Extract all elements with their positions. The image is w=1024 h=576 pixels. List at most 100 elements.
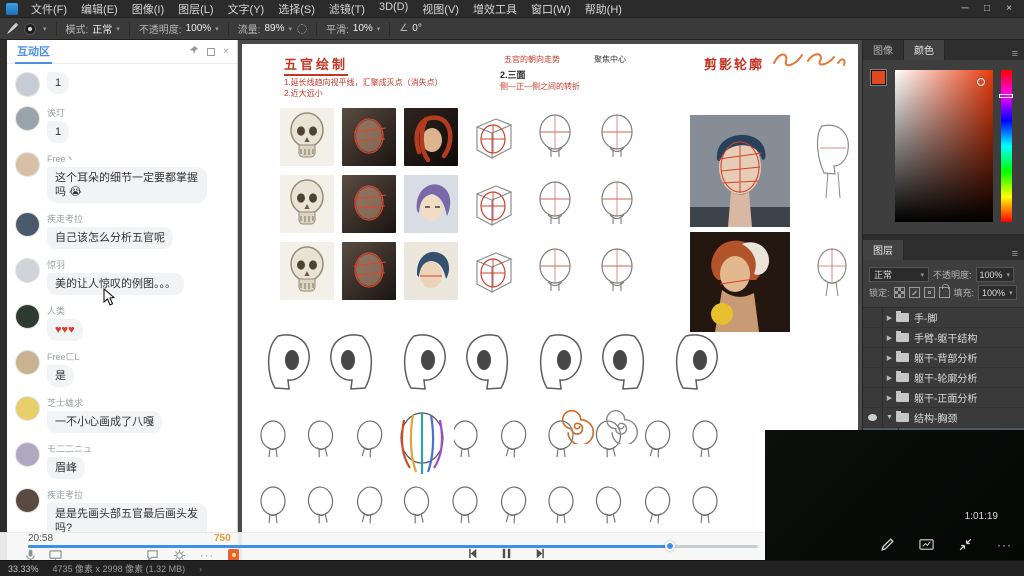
reference-image-grid — [280, 108, 644, 300]
lock-transparency-icon[interactable] — [894, 287, 905, 298]
ref-image-photo — [342, 175, 396, 233]
flow-control[interactable]: 流量: 89% ▾ — [238, 21, 292, 36]
menu-item[interactable]: 文字(Y) — [221, 1, 272, 17]
layer-fill-value[interactable]: 100%▾ — [978, 285, 1017, 300]
layer-row[interactable]: 手臂-躯干结构 — [863, 328, 1024, 348]
angle-study-head — [491, 479, 536, 530]
airbrush-icon[interactable] — [297, 24, 307, 34]
lock-position-icon[interactable] — [924, 287, 935, 298]
visibility-toggle[interactable] — [863, 388, 883, 407]
layer-row[interactable]: 躯干-正面分析 — [863, 388, 1024, 408]
maximize-button[interactable]: □ — [978, 3, 996, 14]
visibility-toggle[interactable] — [863, 308, 883, 327]
minimize-button[interactable]: ─ — [956, 3, 974, 14]
avatar[interactable] — [15, 106, 40, 131]
angle-study-head — [299, 414, 342, 464]
menu-item[interactable]: 增效工具 — [466, 1, 524, 17]
expand-caret-icon[interactable] — [883, 394, 896, 402]
brush-preset-preview[interactable] — [24, 23, 36, 35]
menu-item[interactable]: 图像(I) — [125, 1, 171, 17]
avatar[interactable] — [15, 488, 40, 513]
visibility-toggle[interactable] — [863, 348, 883, 367]
popout-icon[interactable] — [207, 48, 215, 56]
avatar[interactable] — [15, 72, 40, 97]
menu-item[interactable]: 滤镜(T) — [322, 1, 372, 17]
menu-item[interactable]: 帮助(H) — [578, 1, 629, 17]
tab-image[interactable]: 图像 — [863, 39, 904, 60]
board-icon[interactable] — [919, 537, 934, 552]
avatar[interactable] — [15, 212, 40, 237]
progress-bar[interactable] — [28, 545, 758, 548]
layer-row[interactable]: 手-脚 — [863, 308, 1024, 328]
lock-all-icon[interactable] — [939, 287, 950, 298]
hue-marker[interactable] — [999, 94, 1013, 98]
visibility-toggle[interactable] — [863, 328, 883, 347]
tab-color[interactable]: 颜色 — [904, 39, 945, 60]
color-picker-ring[interactable] — [977, 78, 985, 86]
visibility-toggle[interactable] — [863, 368, 883, 387]
expand-caret-icon[interactable] — [883, 314, 896, 322]
saturation-picker[interactable] — [895, 70, 993, 222]
menu-item[interactable]: 文件(F) — [24, 1, 74, 17]
zoom-level[interactable]: 33.33% — [8, 564, 39, 574]
expand-caret-icon[interactable] — [883, 374, 896, 382]
skip-forward-button[interactable] — [532, 546, 547, 561]
menu-item[interactable]: 选择(S) — [271, 1, 322, 17]
expand-caret-icon[interactable] — [883, 354, 896, 362]
visibility-toggle[interactable] — [863, 408, 883, 427]
brush-tool-icon[interactable] — [6, 22, 19, 35]
layer-opacity-value[interactable]: 100%▾ — [976, 267, 1015, 282]
expand-caret-icon[interactable] — [883, 414, 896, 421]
status-arrow-icon[interactable]: › — [199, 564, 202, 574]
brush-angle-control[interactable]: ∠ 0° — [399, 23, 422, 34]
webcam-video-area[interactable]: 1:01:19 ··· — [765, 430, 1024, 560]
close-button[interactable]: × — [1000, 3, 1018, 14]
menu-item[interactable]: 图层(L) — [171, 1, 220, 17]
panel-menu-icon[interactable]: ≡ — [1006, 48, 1024, 60]
layer-row[interactable]: 躯干-轮廓分析 — [863, 368, 1024, 388]
chevron-down-icon: ▾ — [288, 25, 292, 33]
avatar[interactable] — [15, 350, 40, 375]
avatar[interactable] — [15, 396, 40, 421]
annotate-pen-icon[interactable] — [880, 537, 895, 552]
ear-study-head — [258, 330, 314, 394]
opacity-control[interactable]: 不透明度: 100% ▾ — [139, 21, 219, 36]
menu-item[interactable]: 视图(V) — [415, 1, 466, 17]
layer-row[interactable]: 结构-胸颈 — [863, 408, 1024, 428]
avatar[interactable] — [15, 442, 40, 467]
chat-message: 芝士雄求 一不小心画成了八嘎 — [15, 396, 229, 433]
angle-study-head — [299, 480, 342, 530]
avatar[interactable] — [15, 152, 40, 177]
chat-tab-interaction[interactable]: 互动区 — [15, 40, 52, 64]
pause-button[interactable] — [499, 546, 514, 561]
blend-mode-select[interactable]: 模式: 正常 ▾ — [66, 21, 120, 36]
chat-username: Free丶 — [47, 152, 75, 165]
shrink-icon[interactable] — [958, 537, 973, 552]
chat-bubble: 美的让人惊叹的例图。。。 — [47, 273, 184, 295]
skip-back-button[interactable] — [466, 546, 481, 561]
lock-pixels-icon[interactable] — [909, 287, 920, 298]
expand-caret-icon[interactable] — [883, 334, 896, 342]
tab-layers[interactable]: 图层 — [863, 239, 904, 260]
angle-study-head — [254, 482, 292, 528]
pin-icon[interactable] — [189, 45, 199, 58]
menu-item[interactable]: 窗口(W) — [524, 1, 578, 17]
menu-item[interactable]: 编辑(E) — [74, 1, 125, 17]
layer-row[interactable]: 躯干-背部分析 — [863, 348, 1024, 368]
blend-mode-dropdown[interactable]: 正常▾ — [869, 267, 929, 282]
avatar[interactable] — [15, 258, 40, 283]
more-icon[interactable]: ··· — [997, 538, 1012, 552]
foreground-color-swatch[interactable] — [871, 70, 886, 85]
color-panel: 图像 颜色 ≡ — [863, 40, 1024, 240]
panel-menu-icon[interactable]: ≡ — [1006, 248, 1024, 260]
ref-image-cube — [466, 108, 520, 166]
flow-annotation: 五官的朝向走势 — [504, 54, 560, 65]
avatar[interactable] — [15, 304, 40, 329]
chat-username: 疾走考拉 — [47, 212, 83, 225]
menu-item[interactable]: 3D(D) — [372, 1, 415, 17]
angle-study-head — [635, 479, 680, 530]
smoothing-control[interactable]: 平滑: 10% ▾ — [326, 21, 380, 36]
chat-close-icon[interactable]: × — [223, 46, 229, 57]
progress-handle[interactable] — [665, 541, 675, 551]
hue-slider[interactable] — [1001, 70, 1012, 222]
